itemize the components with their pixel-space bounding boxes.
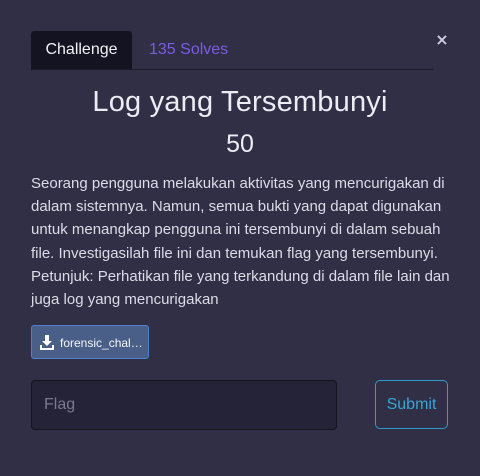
- challenge-points: 50: [226, 130, 254, 158]
- challenge-title: Log yang Tersembunyi: [92, 86, 388, 118]
- download-icon: [40, 335, 54, 350]
- challenge-modal: × Challenge 135 Solves Log yang Tersembu…: [0, 0, 480, 476]
- submit-button[interactable]: Submit: [375, 380, 448, 429]
- tab-solves[interactable]: 135 Solves: [149, 31, 228, 69]
- challenge-tabs: Challenge 135 Solves: [31, 31, 434, 70]
- tab-challenge[interactable]: Challenge: [31, 31, 132, 69]
- file-name: forensic_challenge: [60, 336, 144, 350]
- close-button[interactable]: ×: [434, 30, 450, 50]
- flag-input[interactable]: [31, 380, 337, 430]
- challenge-description: Seorang pengguna melakukan aktivitas yan…: [31, 175, 450, 309]
- download-file-button[interactable]: forensic_challenge: [31, 325, 149, 359]
